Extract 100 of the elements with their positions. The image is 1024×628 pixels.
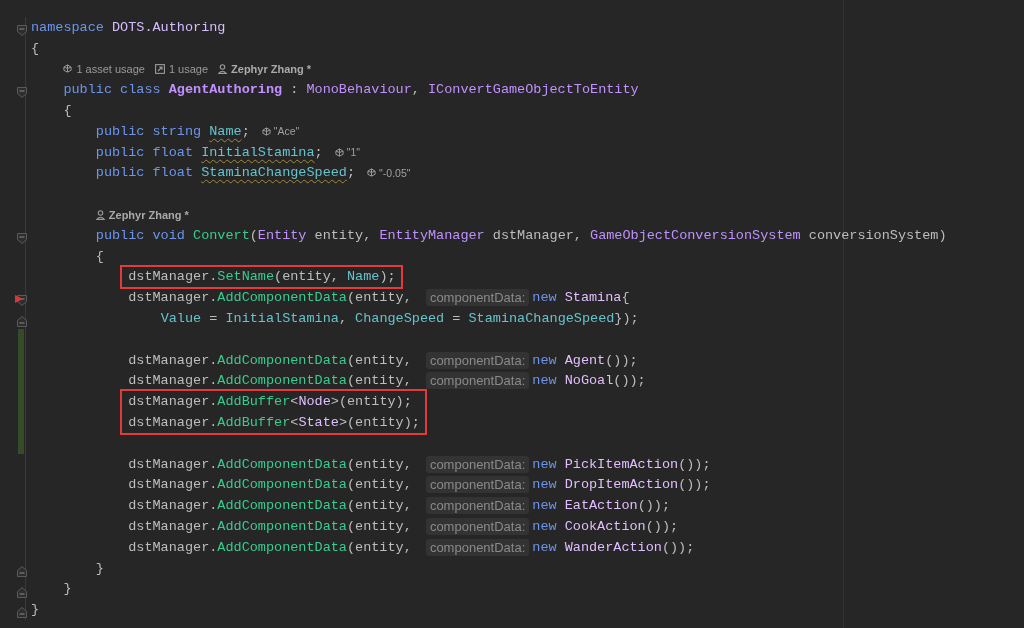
unity-icon [367, 168, 377, 178]
code-token: { [621, 290, 630, 306]
code-token: dstManager. [128, 415, 218, 431]
person-icon [218, 64, 228, 74]
code-token: EntityManager [379, 227, 485, 243]
code-token: IConvertGameObjectToEntity [428, 82, 639, 98]
code-lens-link[interactable]: Zephyr Zhang * [108, 208, 189, 221]
code-token: ( [249, 227, 258, 243]
code-token: ChangeSpeed [355, 311, 445, 327]
code-token: dstManager. [128, 477, 218, 493]
code-lens-link[interactable]: 1 asset usage [76, 63, 145, 75]
code-token: public string [95, 123, 203, 139]
code-token: AddComponentData [217, 352, 347, 368]
code-token: Convert [193, 227, 250, 243]
code-token: Value [160, 311, 202, 327]
unity-icon [334, 147, 344, 157]
code-token: = [451, 311, 462, 327]
code-token: StaminaChangeSpeed [468, 311, 615, 327]
fold-icon[interactable] [17, 316, 27, 328]
code-token: EatAction [564, 498, 638, 514]
fold-icon[interactable] [17, 586, 27, 598]
code-token: InitialStamina [201, 144, 315, 160]
code-token: >(entity); [338, 415, 420, 431]
code-token: new [532, 539, 558, 555]
code-token: AddBuffer [217, 415, 291, 431]
code-token: = [208, 311, 219, 327]
code-token: public float [95, 165, 195, 181]
code-token: , [338, 311, 348, 327]
code-token: namespace [31, 19, 105, 35]
fold-icon[interactable] [17, 232, 27, 244]
code-token: entity, [313, 227, 373, 243]
code-token: ()); [637, 498, 671, 514]
code-token: , [411, 82, 421, 98]
code-token: Name [347, 269, 380, 285]
code-token: Name [209, 123, 242, 139]
code-token: new [532, 477, 558, 493]
code-token: ()); [613, 373, 646, 389]
code-token: new [532, 352, 558, 368]
code-token: AddComponentData [217, 373, 347, 389]
fold-icon[interactable] [17, 565, 27, 577]
code-token: } [31, 602, 40, 618]
code-token: dstManager. [128, 498, 218, 514]
code-token: ()); [678, 456, 711, 472]
code-token: new [532, 498, 558, 514]
code-token: AddComponentData [217, 519, 347, 534]
code-lens-link[interactable]: 1 usage [168, 63, 209, 75]
code-token: AddComponentData [217, 539, 347, 555]
code-token: MonoBehaviour [306, 82, 412, 98]
code-token: SetName [217, 269, 275, 285]
unity-icon [261, 126, 271, 136]
code-token: ); [379, 269, 396, 285]
code-token: >(entity); [330, 394, 412, 410]
code-token: ()); [661, 539, 695, 555]
code-token: (entity, [346, 290, 413, 306]
code-token: new [532, 290, 558, 306]
code-token: { [63, 103, 72, 119]
code-token: } [63, 581, 72, 597]
code-token: AddComponentData [217, 456, 347, 472]
parameter-hint: componentData: [425, 538, 530, 556]
parameter-hint: componentData: [425, 476, 530, 494]
parameter-hint: componentData: [425, 289, 530, 307]
code-token: PickItemAction [564, 456, 679, 472]
person-icon [95, 209, 105, 220]
code-token: AddComponentData [217, 290, 347, 306]
code-token: ; [346, 165, 356, 181]
unity-icon [63, 64, 73, 74]
code-token: dstManager. [128, 373, 218, 389]
code-token: NoGoal [564, 373, 614, 389]
code-token: Agent [564, 352, 606, 368]
code-token: dstManager. [128, 519, 218, 534]
code-token: (entity, [346, 456, 413, 472]
code-token: DropItemAction [564, 477, 679, 493]
code-token: Node [298, 394, 331, 410]
code-token: AddComponentData [217, 498, 347, 514]
code-token: (entity, [346, 498, 413, 514]
code-token: { [31, 40, 40, 56]
code-lens-link[interactable]: Zephyr Zhang * [231, 63, 312, 75]
code-token: }); [614, 311, 639, 327]
fold-icon[interactable] [17, 25, 27, 36]
code-token: new [532, 519, 558, 534]
code-token: AddBuffer [217, 394, 291, 410]
fold-icon[interactable] [17, 87, 27, 99]
code-token: conversionSystem) [807, 227, 947, 243]
code-token: DOTS.Authoring [112, 19, 226, 35]
code-token: dstManager. [128, 539, 218, 555]
code-token: public void [95, 227, 186, 243]
code-token: ()); [645, 519, 679, 534]
code-token: (entity, [346, 539, 413, 555]
code-token: dstManager. [128, 394, 218, 410]
code-token: dstManager. [128, 456, 218, 472]
fold-icon[interactable] [17, 607, 27, 619]
code-token: dstManager, [491, 227, 583, 243]
code-token: { [95, 248, 104, 264]
code-token: (entity, [346, 477, 413, 493]
value-hint: "1" [346, 146, 360, 159]
code-token: (entity, [346, 352, 413, 368]
code-token: public class [63, 82, 162, 98]
code-token: < [290, 394, 299, 410]
code-token: StaminaChangeSpeed [201, 165, 347, 181]
parameter-hint: componentData: [425, 351, 530, 369]
